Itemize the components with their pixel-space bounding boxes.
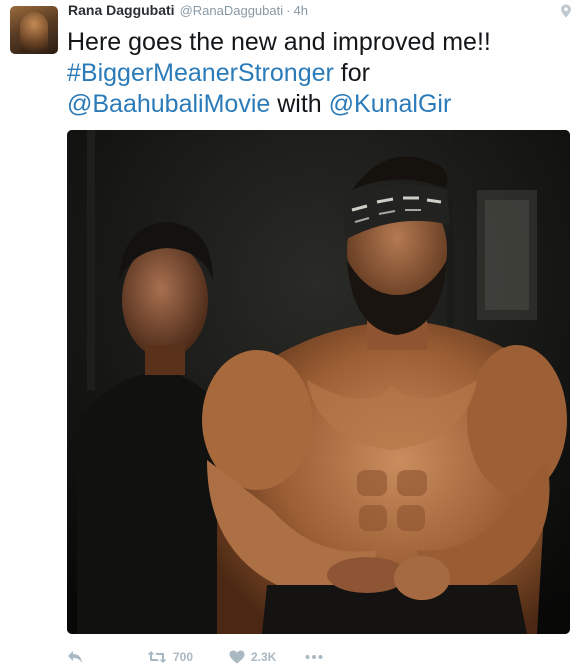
tweet-header: Rana Daggubati @RanaDaggubati · 4h (68, 2, 308, 22)
tweet-text: Here goes the new and improved me!! #Big… (67, 27, 572, 120)
header-separator: · (286, 3, 291, 18)
more-dots-icon (305, 654, 323, 660)
retweet-count: 700 (173, 650, 194, 664)
photo-illustration (67, 130, 570, 634)
author-handle[interactable]: @RanaDaggubati (180, 3, 284, 18)
reply-button[interactable] (67, 650, 147, 664)
author-avatar[interactable] (10, 6, 58, 54)
tweet-card[interactable]: Rana Daggubati @RanaDaggubati · 4h Here … (0, 0, 582, 672)
like-count: 2.3K (251, 650, 277, 664)
tweet-photo[interactable] (67, 130, 570, 634)
tweet-text-line-3: @BaahubaliMovie with @KunalGir (67, 89, 572, 120)
retweet-icon (147, 650, 167, 664)
mention-link-baahubali[interactable]: @BaahubaliMovie (67, 90, 270, 118)
mention-link-kunalgir[interactable]: @KunalGir (329, 90, 452, 118)
tweet-text-with: with (270, 90, 329, 118)
location-pin-icon[interactable] (560, 4, 572, 18)
author-name[interactable]: Rana Daggubati (68, 2, 175, 18)
avatar-figure (20, 12, 48, 52)
like-button[interactable]: 2.3K (229, 650, 305, 664)
reply-icon (67, 650, 83, 664)
tweet-text-line-1: Here goes the new and improved me!! (67, 28, 491, 56)
tweet-timestamp[interactable]: 4h (293, 3, 307, 18)
retweet-button[interactable]: 700 (147, 650, 229, 664)
tweet-text-for: for (333, 59, 370, 87)
tweet-actions: 700 2.3K (67, 648, 323, 666)
heart-icon (229, 650, 245, 664)
hashtag-link[interactable]: #BiggerMeanerStronger (67, 59, 334, 87)
tweet-text-line-2: #BiggerMeanerStronger for (67, 58, 572, 89)
more-button[interactable] (305, 654, 323, 660)
